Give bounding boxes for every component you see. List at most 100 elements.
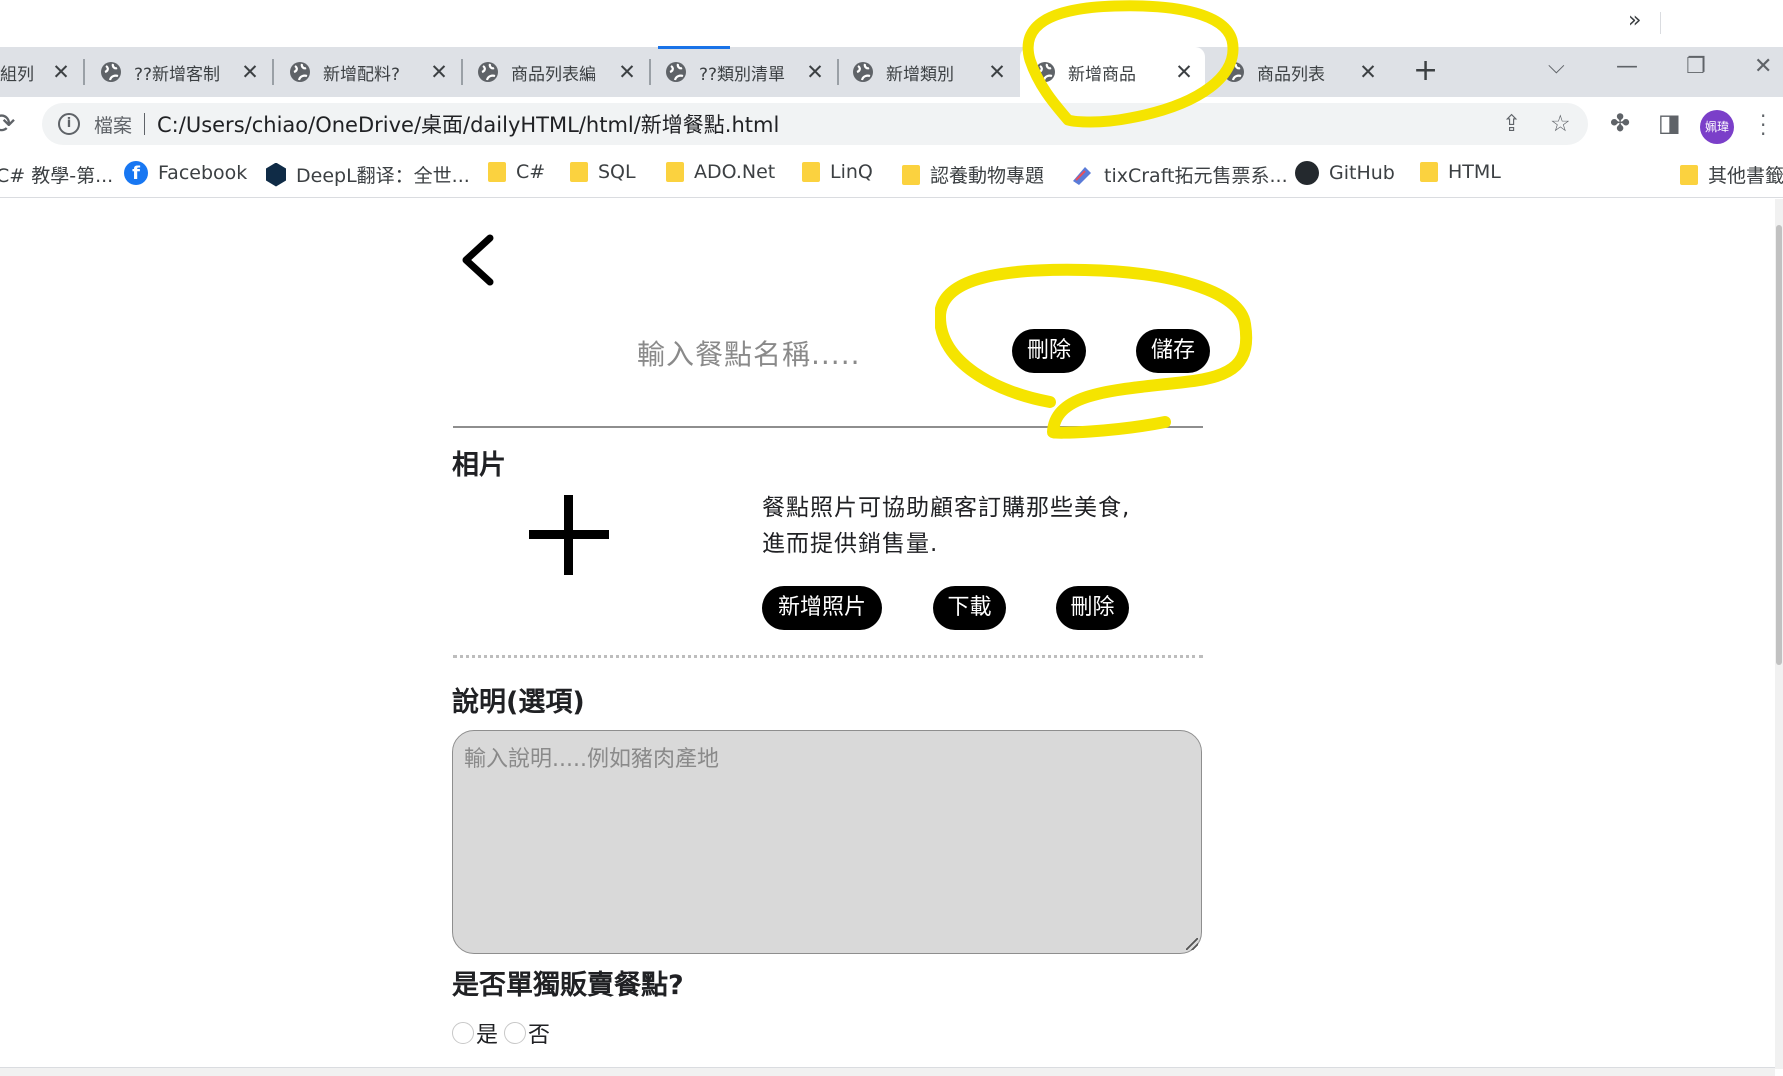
bookmark-item[interactable]: C# 教學-第...	[0, 161, 113, 188]
bookmarks-divider	[1660, 12, 1661, 34]
close-tab-icon[interactable]: ✕	[802, 59, 828, 85]
browser-tab[interactable]: 新增配料? ✕	[275, 47, 460, 97]
tab-label: ??新增客制	[134, 64, 221, 85]
sold-separately-title: 是否單獨販賣餐點?	[452, 970, 684, 1001]
bookmark-item[interactable]: ADO.Net	[666, 161, 775, 183]
info-icon[interactable]: i	[58, 113, 80, 135]
tab-highlight-annotation	[1022, 0, 1239, 128]
sold-separately-options: 是 否	[452, 1017, 550, 1049]
bookmark-item[interactable]: tixCraft拓元售票系...	[1070, 161, 1288, 188]
folder-icon	[666, 162, 684, 182]
browser-tab[interactable]: 組列 ✕	[0, 47, 82, 97]
buttons-highlight-annotation	[935, 263, 1253, 439]
bookmark-label: tixCraft拓元售票系...	[1104, 165, 1288, 187]
bookmark-item[interactable]: GitHub	[1295, 161, 1395, 185]
bookmark-label: LinQ	[830, 161, 873, 183]
browser-toolbar: ⟳ i 檔案 C:/Users/chiao/OneDrive/桌面/dailyH…	[0, 97, 1783, 152]
folder-icon	[488, 162, 506, 182]
bookmark-label: Facebook	[158, 162, 248, 184]
share-icon[interactable]: ⇪	[1502, 111, 1521, 137]
folder-icon	[570, 162, 588, 182]
extensions-icon[interactable]: ✤	[1610, 109, 1630, 137]
add-photo-button[interactable]: 新增照片	[762, 586, 882, 630]
address-scheme-label: 檔案	[94, 114, 133, 137]
plus-icon-horizontal	[529, 530, 609, 539]
close-tab-icon[interactable]: ✕	[614, 59, 640, 85]
folder-icon	[1420, 162, 1438, 182]
bookmark-item[interactable]: HTML	[1420, 161, 1501, 183]
radio-no-label: 否	[528, 1023, 551, 1048]
bookmark-label: 認養動物專題	[930, 165, 1045, 187]
more-menu-icon[interactable]: · · ·	[1760, 106, 1768, 144]
tab-label: ??類別清單	[699, 64, 786, 85]
bookmark-label: DeepL翻译：全世...	[296, 165, 470, 187]
tab-label: 商品列表	[1257, 64, 1325, 85]
bookmark-item[interactable]: LinQ	[802, 161, 873, 183]
bookmark-label: GitHub	[1329, 162, 1395, 184]
section-divider	[453, 655, 1203, 658]
facebook-icon: f	[124, 161, 148, 185]
globe-icon	[290, 62, 310, 82]
folder-icon	[802, 162, 820, 182]
radio-no[interactable]	[504, 1022, 527, 1044]
other-bookmarks-label: 其他書籤	[1708, 165, 1783, 187]
close-tab-icon[interactable]: ✕	[237, 59, 263, 85]
restore-icon[interactable]: ❐	[1686, 54, 1706, 79]
close-tab-icon[interactable]: ✕	[1355, 59, 1381, 85]
browser-tab[interactable]: ??類別清單 ✕	[651, 47, 836, 97]
download-button[interactable]: 下載	[933, 586, 1006, 630]
globe-icon	[853, 62, 873, 82]
photo-description-line2: 進而提供銷售量.	[762, 531, 939, 557]
tab-label: 新增配料?	[323, 64, 401, 85]
bookmark-label: SQL	[598, 161, 636, 183]
resize-grip-icon[interactable]	[1186, 938, 1198, 950]
new-tab-button[interactable]: +	[1413, 56, 1438, 86]
tab-label: 組列	[0, 64, 34, 85]
address-url[interactable]: C:/Users/chiao/OneDrive/桌面/dailyHTML/htm…	[157, 109, 779, 139]
radio-yes-label: 是	[476, 1023, 499, 1048]
back-arrow-icon[interactable]	[456, 232, 500, 288]
close-tab-icon[interactable]: ✕	[48, 59, 74, 85]
profile-avatar[interactable]: 姵瑋	[1700, 110, 1734, 144]
folder-icon	[1680, 164, 1698, 185]
tab-separator	[83, 59, 85, 85]
other-bookmarks[interactable]: 其他書籤	[1680, 161, 1783, 188]
description-textarea[interactable]: 輸入說明.....例如豬肉產地	[452, 730, 1202, 954]
browser-tab[interactable]: 新增類別 ✕	[838, 47, 1018, 97]
side-panel-icon[interactable]: ◨	[1658, 109, 1681, 137]
minimize-icon[interactable]: —	[1616, 54, 1638, 79]
bookmarks-overflow-button[interactable]: »	[1628, 8, 1641, 33]
deepl-icon	[266, 162, 286, 187]
bookmark-label: HTML	[1448, 161, 1501, 183]
close-window-icon[interactable]: ✕	[1754, 54, 1772, 79]
browser-tab[interactable]: 商品列表編 ✕	[463, 47, 648, 97]
description-title: 說明(選項)	[452, 687, 585, 718]
bookmark-label: C# 教學-第...	[0, 165, 114, 187]
bookmark-item[interactable]: SQL	[570, 161, 636, 183]
bookmark-item[interactable]: DeepL翻译：全世...	[266, 161, 470, 188]
meal-name-input[interactable]: 輸入餐點名稱.....	[637, 333, 861, 373]
bookmark-label: ADO.Net	[694, 161, 776, 183]
folder-icon	[902, 164, 920, 185]
photo-description-line1: 餐點照片可協助顧客訂購那些美食,	[762, 495, 1131, 521]
close-tab-icon[interactable]: ✕	[426, 59, 452, 85]
bookmark-item[interactable]: C#	[488, 161, 545, 183]
tab-separator	[272, 59, 274, 85]
bookmark-star-icon[interactable]: ☆	[1550, 111, 1571, 137]
radio-yes[interactable]	[452, 1022, 474, 1044]
github-icon	[1295, 161, 1319, 185]
address-bar[interactable]: i 檔案 C:/Users/chiao/OneDrive/桌面/dailyHTM…	[42, 103, 1588, 145]
globe-icon	[666, 62, 686, 82]
browser-tab[interactable]: ??新增客制 ✕	[86, 47, 271, 97]
scrollbar-thumb[interactable]	[1776, 225, 1782, 665]
horizontal-scrollbar[interactable]	[0, 1067, 1775, 1076]
tab-search-icon[interactable]: ⌵	[1548, 54, 1565, 79]
photo-description: 餐點照片可協助顧客訂購那些美食, 進而提供銷售量.	[762, 490, 1130, 562]
tab-label: 新增類別	[886, 64, 954, 85]
reload-icon[interactable]: ⟳	[0, 107, 15, 140]
photo-delete-button[interactable]: 刪除	[1056, 586, 1129, 630]
bookmark-item[interactable]: f Facebook	[124, 161, 247, 185]
close-tab-icon[interactable]: ✕	[984, 59, 1010, 85]
bookmark-item[interactable]: 認養動物專題	[902, 161, 1044, 188]
address-divider	[144, 113, 146, 135]
